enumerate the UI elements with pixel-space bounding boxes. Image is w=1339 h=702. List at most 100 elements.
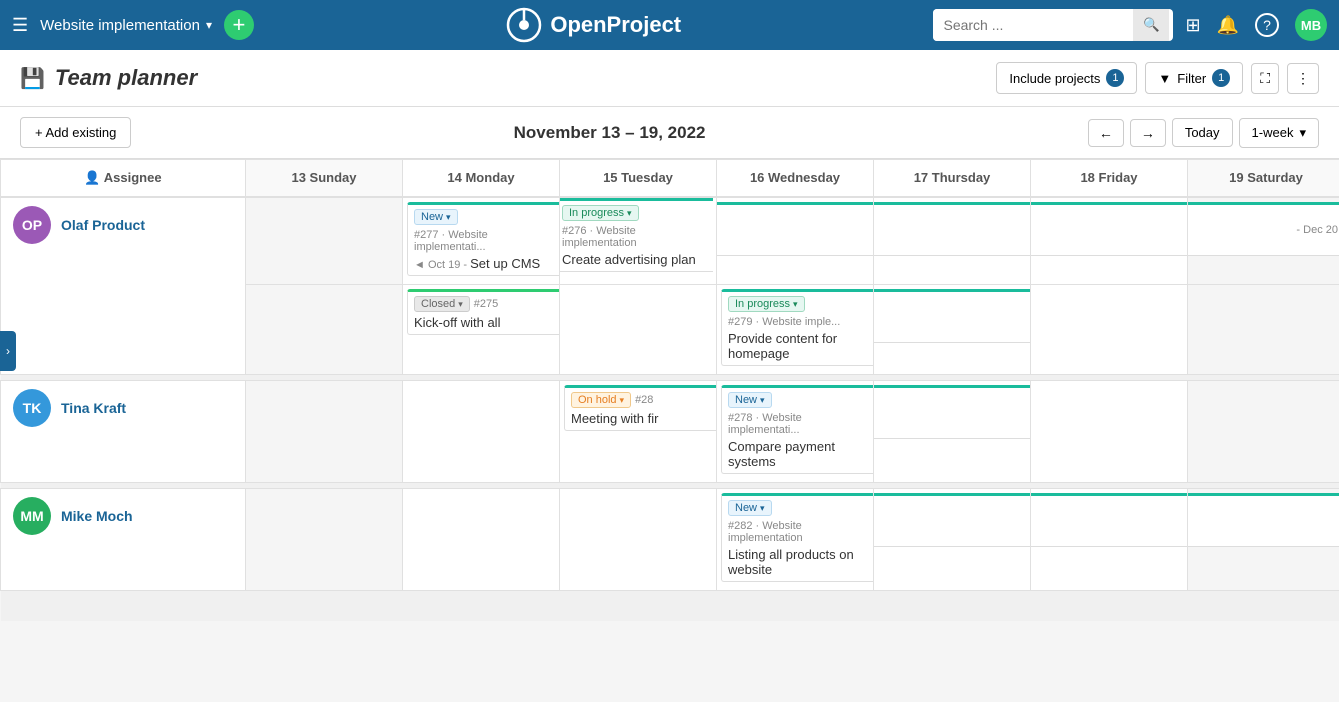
user-avatar[interactable]: MB	[1295, 9, 1327, 41]
cell-olaf-sun-2[interactable]	[246, 285, 403, 375]
task-continuation	[717, 202, 874, 256]
task-card[interactable]: Closed ▾ #275 Kick-off with all	[407, 289, 560, 335]
table-row: TK Tina Kraft On hold ▾ #28 Meeting w	[1, 381, 1339, 483]
bell-icon[interactable]: 🔔	[1217, 15, 1239, 36]
day-header-fri: 18 Friday	[1031, 160, 1188, 198]
cell-mike-fri[interactable]	[1031, 489, 1188, 591]
add-existing-button[interactable]: + Add existing	[20, 117, 131, 148]
cell-tina-sun[interactable]	[246, 381, 403, 483]
avatar: MM	[13, 497, 51, 535]
cell-tina-wed[interactable]: New ▾ #278 · Website implementati... Com…	[717, 381, 874, 483]
project-selector[interactable]: Website implementation ▾	[40, 17, 212, 34]
task-ref: #277 · Website implementati...	[414, 229, 554, 253]
avatar: OP	[13, 206, 51, 244]
cell-olaf-wed-2[interactable]: In progress ▾ #279 · Website imple... Pr…	[717, 285, 874, 375]
add-button[interactable]: +	[224, 10, 254, 40]
cell-olaf-sun-1[interactable]	[246, 197, 403, 285]
status-badge[interactable]: New ▾	[728, 500, 772, 516]
task-title: ◄ Oct 19 - Set up CMS	[414, 256, 554, 271]
status-dropdown-icon: ▾	[458, 299, 463, 310]
task-continuation	[874, 289, 1031, 343]
table-row: MM Mike Moch New ▾ #282 · Website implem…	[1, 489, 1339, 591]
cell-olaf-mon-1[interactable]: New ▾ #277 · Website implementati... ◄ O…	[403, 197, 560, 285]
status-badge[interactable]: Closed ▾	[414, 296, 470, 312]
prev-week-button[interactable]: ←	[1088, 119, 1124, 147]
cell-mike-sun[interactable]	[246, 489, 403, 591]
cell-tina-mon[interactable]	[403, 381, 560, 483]
task-card[interactable]: New ▾ #277 · Website implementati... ◄ O…	[407, 202, 560, 276]
cell-mike-thu[interactable]	[874, 489, 1031, 591]
cell-mike-sat[interactable]	[1188, 489, 1339, 591]
cell-tina-tue[interactable]: On hold ▾ #28 Meeting with fir	[560, 381, 717, 483]
task-card[interactable]: In progress ▾ #276 · Website implementat…	[560, 198, 714, 272]
filter-button[interactable]: ▼ Filter 1	[1145, 62, 1243, 94]
cell-olaf-mon-2[interactable]: Closed ▾ #275 Kick-off with all	[403, 285, 560, 375]
cell-olaf-fri-2[interactable]	[1031, 285, 1188, 375]
task-continuation	[1188, 493, 1339, 547]
status-badge[interactable]: In progress ▾	[562, 205, 639, 221]
cell-olaf-sat-2[interactable]	[1188, 285, 1339, 375]
assignee-icon: 👤	[84, 170, 100, 185]
assignee-name-mike: Mike Moch	[61, 508, 133, 524]
cell-tina-thu[interactable]	[874, 381, 1031, 483]
task-title: Compare payment systems	[728, 439, 868, 469]
grid-icon[interactable]: ⊞	[1185, 15, 1200, 36]
cell-olaf-thu-1[interactable]	[874, 197, 1031, 285]
planner: 👤 Assignee 13 Sunday 14 Monday 15 Tuesda…	[0, 159, 1339, 621]
cell-mike-mon[interactable]	[403, 489, 560, 591]
side-expand-button[interactable]: ›	[0, 331, 16, 371]
include-projects-button[interactable]: Include projects 1	[996, 62, 1137, 94]
cell-olaf-thu-2[interactable]	[874, 285, 1031, 375]
status-badge[interactable]: New ▾	[414, 209, 458, 225]
planner-grid: 👤 Assignee 13 Sunday 14 Monday 15 Tuesda…	[0, 159, 1339, 621]
task-card[interactable]: On hold ▾ #28 Meeting with fir	[564, 385, 717, 431]
save-icon[interactable]: 💾	[20, 66, 45, 91]
status-badge[interactable]: In progress ▾	[728, 296, 805, 312]
day-header-tue: 15 Tuesday	[560, 160, 717, 198]
cell-olaf-tue-2[interactable]	[560, 285, 717, 375]
task-card[interactable]: In progress ▾ #279 · Website imple... Pr…	[721, 289, 874, 366]
page-header: 💾 Team planner Include projects 1 ▼ Filt…	[0, 50, 1339, 107]
assignee-tina: TK Tina Kraft	[1, 381, 246, 483]
status-dropdown-icon: ▾	[627, 208, 632, 219]
task-card[interactable]: New ▾ #278 · Website implementati... Com…	[721, 385, 874, 474]
task-continuation	[874, 385, 1031, 439]
status-dropdown-icon: ▾	[760, 395, 765, 406]
task-title: Kick-off with all	[414, 315, 554, 330]
task-ref: #278 · Website implementati...	[728, 412, 868, 436]
cell-olaf-fri-1[interactable]	[1031, 197, 1188, 285]
task-card[interactable]: New ▾ #282 · Website implementation List…	[721, 493, 874, 582]
include-projects-badge: 1	[1106, 69, 1124, 87]
navbar: ☰ Website implementation ▾ + OpenProject…	[0, 0, 1339, 50]
cell-mike-wed[interactable]: New ▾ #282 · Website implementation List…	[717, 489, 874, 591]
task-title: Create advertising plan	[562, 252, 707, 267]
app-logo: OpenProject	[266, 7, 922, 43]
planner-body: OP Olaf Product New ▾ #277 · Website imp…	[1, 197, 1339, 621]
help-icon[interactable]: ?	[1255, 13, 1279, 37]
cell-mike-tue[interactable]	[560, 489, 717, 591]
search-button[interactable]: 🔍	[1133, 9, 1169, 41]
grid-header: 👤 Assignee 13 Sunday 14 Monday 15 Tuesda…	[1, 160, 1339, 198]
day-header-mon: 14 Monday	[403, 160, 560, 198]
search-input[interactable]	[933, 9, 1133, 41]
cell-tina-sat[interactable]	[1188, 381, 1339, 483]
status-badge[interactable]: New ▾	[728, 392, 772, 408]
fullscreen-button[interactable]: ⛶	[1251, 63, 1279, 94]
task-continuation	[1031, 493, 1188, 547]
today-button[interactable]: Today	[1172, 118, 1233, 147]
more-options-button[interactable]: ⋮	[1287, 63, 1319, 94]
status-badge[interactable]: On hold ▾	[571, 392, 631, 408]
task-title: Meeting with fir	[571, 411, 711, 426]
cell-olaf-tue-1[interactable]: In progress ▾ #276 · Website implementat…	[560, 197, 717, 285]
next-week-button[interactable]: →	[1130, 119, 1166, 147]
cell-olaf-sat-1[interactable]: - Dec 20	[1188, 197, 1339, 285]
filter-label: Filter	[1177, 71, 1206, 86]
project-name: Website implementation	[40, 17, 200, 34]
cell-tina-fri[interactable]	[1031, 381, 1188, 483]
cell-olaf-wed-1[interactable]	[717, 197, 874, 285]
hamburger-icon[interactable]: ☰	[12, 15, 28, 36]
include-projects-label: Include projects	[1009, 71, 1100, 86]
week-select-button[interactable]: 1-week ▾	[1239, 118, 1319, 148]
day-header-thu: 17 Thursday	[874, 160, 1031, 198]
task-date-prefix: ◄ Oct 19 -	[414, 259, 470, 271]
